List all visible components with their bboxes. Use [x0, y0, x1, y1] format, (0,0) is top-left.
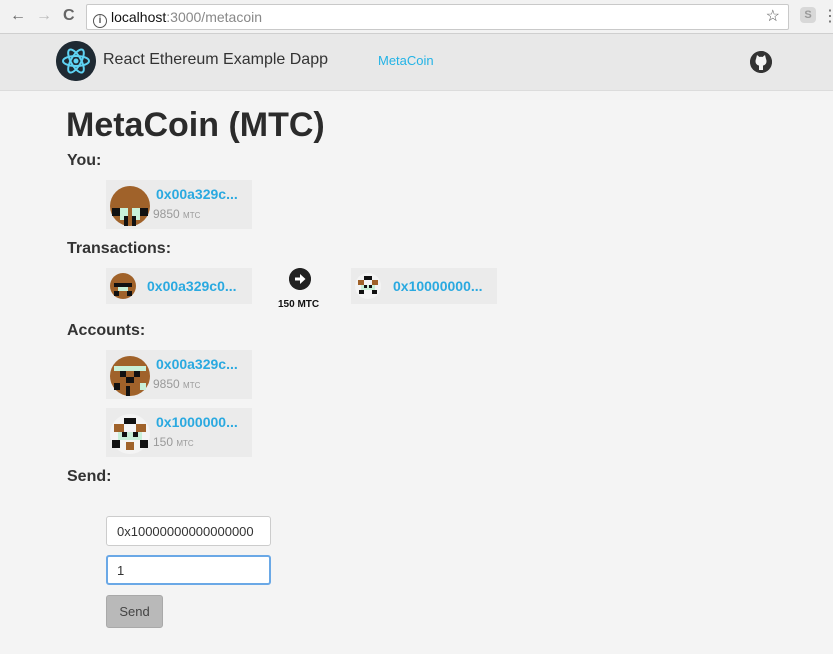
transaction-to-address[interactable]: 0x10000000...: [393, 278, 483, 294]
back-icon[interactable]: ←: [10, 6, 26, 26]
github-icon[interactable]: [750, 51, 772, 73]
you-account-card: 0x00a329c... 9850 MTC: [106, 180, 252, 229]
app-navbar: React Ethereum Example Dapp MetaCoin: [0, 34, 833, 91]
info-icon[interactable]: i: [93, 14, 107, 28]
send-button[interactable]: Send: [106, 595, 163, 628]
transaction-from-address[interactable]: 0x00a329c0...: [147, 278, 237, 294]
identicon-avatar: [110, 356, 150, 396]
section-accounts: Accounts:: [67, 322, 146, 339]
reload-icon[interactable]: C: [63, 6, 75, 26]
react-logo-icon[interactable]: [56, 41, 96, 81]
you-address[interactable]: 0x00a329c...: [156, 186, 238, 202]
identicon-avatar: [110, 273, 136, 299]
section-you: You:: [67, 152, 102, 169]
account-balance: 150 MTC: [153, 435, 194, 449]
identicon-avatar: [355, 273, 381, 299]
account-card: 0x00a329c... 9850 MTC: [106, 350, 252, 399]
amount-input[interactable]: [106, 555, 271, 585]
browser-menu-icon[interactable]: ⋮: [822, 6, 833, 26]
url-path: :3000/metacoin: [166, 9, 262, 25]
transaction-to: 0x10000000...: [351, 268, 497, 304]
account-card: 0x1000000... 150 MTC: [106, 408, 252, 457]
account-address[interactable]: 0x1000000...: [156, 414, 238, 430]
url-host: localhost: [111, 9, 167, 25]
forward-icon[interactable]: →: [36, 6, 52, 26]
address-bar[interactable]: i localhost:3000/metacoin ☆: [86, 4, 789, 30]
identicon-avatar: [110, 414, 150, 454]
you-balance: 9850 MTC: [153, 207, 201, 221]
nav-link-metacoin[interactable]: MetaCoin: [378, 53, 434, 68]
account-balance: 9850 MTC: [153, 377, 201, 391]
recipient-address-input[interactable]: [106, 516, 271, 546]
browser-toolbar: ← → C i localhost:3000/metacoin ☆ S ⋮: [0, 0, 833, 34]
bookmark-star-icon[interactable]: ☆: [766, 5, 780, 29]
section-transactions: Transactions:: [67, 240, 172, 257]
account-address[interactable]: 0x00a329c...: [156, 356, 238, 372]
identicon-avatar: [110, 186, 150, 226]
section-send: Send:: [67, 468, 112, 485]
transaction-amount: 150 MTC: [278, 299, 320, 310]
extension-icon[interactable]: S: [800, 7, 816, 23]
brand-title[interactable]: React Ethereum Example Dapp: [103, 51, 328, 69]
page-title: MetaCoin (MTC): [66, 106, 325, 144]
transaction-from: 0x00a329c0...: [106, 268, 252, 304]
arrow-right-icon: [289, 268, 311, 290]
